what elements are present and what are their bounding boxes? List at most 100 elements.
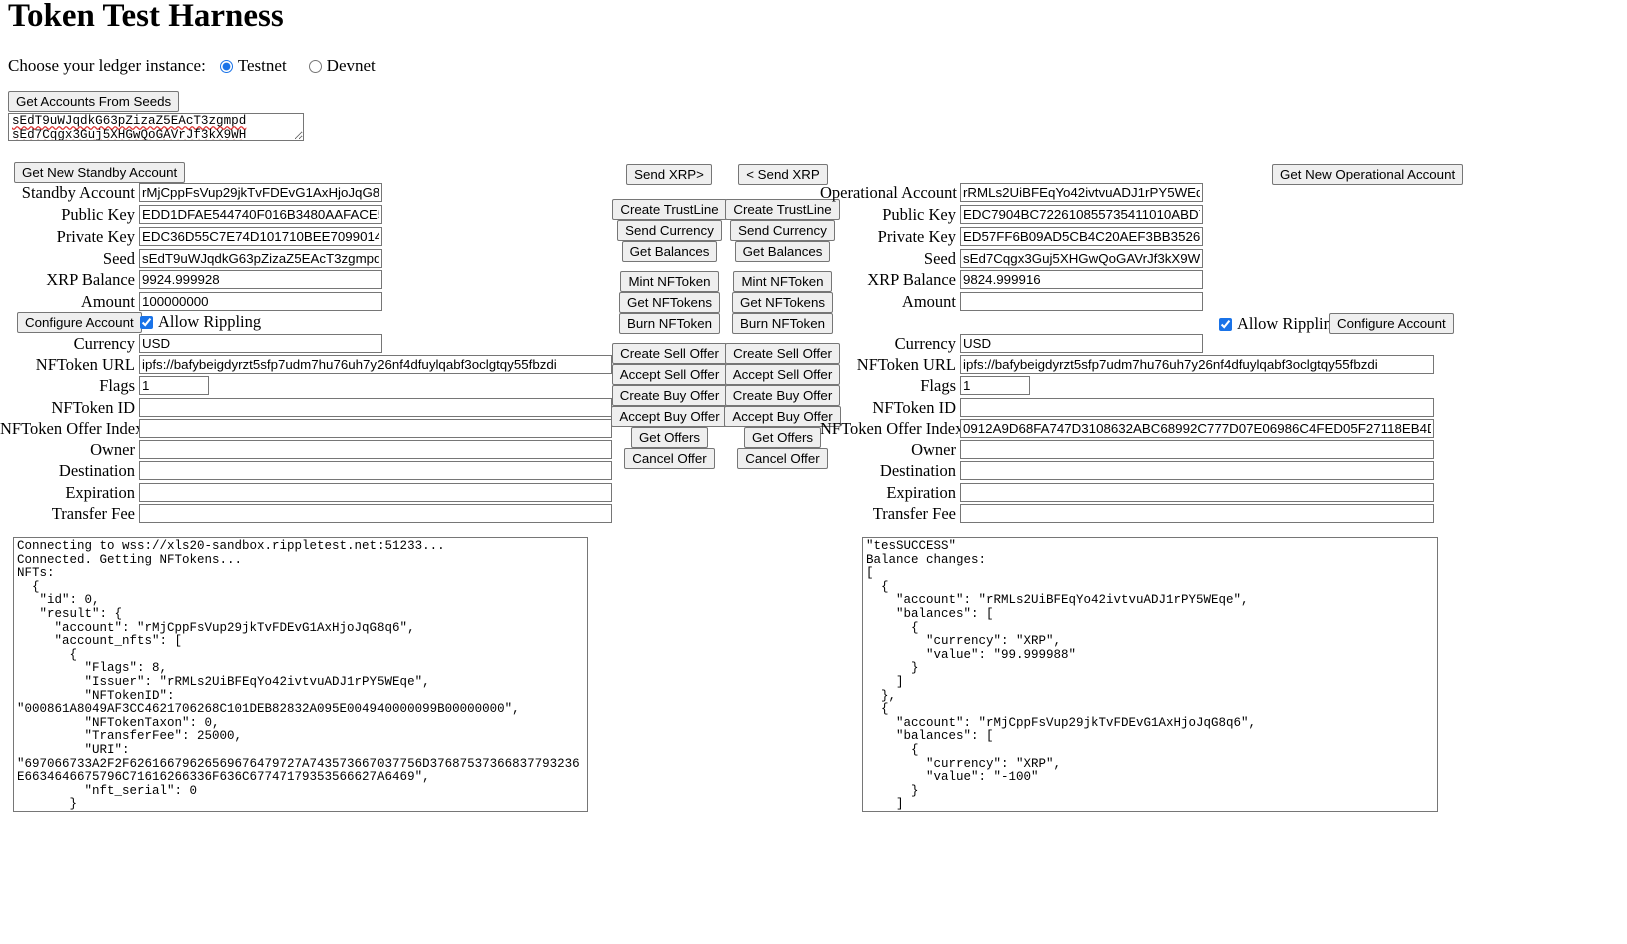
center-right-nftoken-group: Mint NFToken Get NFTokens Burn NFToken: [732, 271, 833, 334]
operational-get-offers-button[interactable]: Get Offers: [743, 427, 822, 448]
field-label: XRP Balance: [867, 269, 956, 289]
standby-configure-account-button[interactable]: Configure Account: [17, 312, 142, 333]
field-label: NFToken Offer Index: [0, 418, 144, 438]
standby-accept-sell-offer-button[interactable]: Accept Sell Offer: [611, 364, 728, 385]
radio-testnet[interactable]: [219, 59, 233, 73]
operational-cancel-offer-button[interactable]: Cancel Offer: [737, 448, 828, 469]
field-standby-account: Standby Account: [0, 183, 382, 202]
operational-log-textarea[interactable]: "tesSUCCESS" Balance changes: [ { "accou…: [862, 537, 1438, 812]
operational-account-input[interactable]: [960, 183, 1203, 202]
standby-create-sell-offer-button[interactable]: Create Sell Offer: [612, 343, 727, 364]
standby-allow-rippling-label: Allow Rippling: [158, 312, 262, 331]
field-standby-currency: Currency: [0, 334, 382, 353]
standby-nftoken-id-input[interactable]: [139, 398, 612, 417]
operational-nftoken-offer-index-input[interactable]: [960, 419, 1434, 438]
center-right-trustline-group: Create TrustLine Send Currency Get Balan…: [725, 199, 840, 262]
operational-transfer-fee-input[interactable]: [960, 504, 1434, 523]
standby-create-trustline-button[interactable]: Create TrustLine: [612, 199, 727, 220]
standby-expiration-input[interactable]: [139, 483, 612, 502]
standby-cancel-offer-button[interactable]: Cancel Offer: [624, 448, 715, 469]
get-accounts-from-seeds-button[interactable]: Get Accounts From Seeds: [8, 91, 180, 112]
standby-public-key-input[interactable]: [139, 205, 382, 224]
field-operational-xrp-balance: XRP Balance: [820, 270, 1203, 289]
radio-testnet-wrap[interactable]: Testnet: [219, 56, 287, 76]
standby-account-input[interactable]: [139, 183, 382, 202]
field-label: Currency: [73, 333, 135, 353]
standby-owner-input[interactable]: [139, 440, 612, 459]
field-label: Transfer Fee: [872, 503, 956, 523]
field-standby-nftoken-offer-index: NFToken Offer Index: [0, 419, 612, 438]
standby-get-offers-button[interactable]: Get Offers: [630, 427, 709, 448]
operational-nftoken-url-input[interactable]: [960, 355, 1434, 374]
field-label: Owner: [90, 439, 135, 459]
operational-amount-input[interactable]: [960, 292, 1203, 311]
field-standby-amount: Amount: [0, 292, 382, 311]
standby-get-nftokens-button[interactable]: Get NFTokens: [619, 292, 720, 313]
radio-testnet-label[interactable]: Testnet: [238, 56, 287, 76]
operational-currency-input[interactable]: [960, 334, 1203, 353]
operational-allow-rippling-checkbox[interactable]: [1219, 317, 1232, 331]
standby-nftoken-url-input[interactable]: [139, 355, 612, 374]
standby-flags-input[interactable]: [139, 376, 209, 395]
standby-allow-rippling-row[interactable]: Allow Rippling: [140, 312, 261, 332]
field-operational-currency: Currency: [820, 334, 1203, 353]
field-standby-seed: Seed: [0, 249, 382, 268]
standby-seed-input[interactable]: [139, 249, 382, 268]
standby-allow-rippling-checkbox[interactable]: [140, 315, 153, 329]
standby-get-balances-button[interactable]: Get Balances: [621, 241, 718, 262]
standby-private-key-input[interactable]: [139, 227, 382, 246]
radio-devnet[interactable]: [308, 59, 322, 73]
center-left-offers-group: Create Sell Offer Accept Sell Offer Crea…: [611, 343, 728, 469]
field-standby-private-key: Private Key: [0, 227, 382, 246]
radio-devnet-label[interactable]: Devnet: [327, 56, 376, 76]
standby-create-buy-offer-button[interactable]: Create Buy Offer: [611, 385, 728, 406]
radio-devnet-wrap[interactable]: Devnet: [308, 56, 376, 76]
operational-xrp-balance-input[interactable]: [960, 270, 1203, 289]
center-right-send-xrp-group: < Send XRP: [738, 164, 828, 185]
field-label: Flags: [920, 375, 956, 395]
operational-allow-rippling-label: Allow Rippling: [1237, 314, 1341, 333]
standby-nftoken-offer-index-input[interactable]: [139, 419, 612, 438]
standby-burn-nftoken-button[interactable]: Burn NFToken: [619, 313, 720, 334]
operational-destination-input[interactable]: [960, 461, 1434, 480]
field-label: Destination: [879, 460, 956, 480]
standby-xrp-balance-input[interactable]: [139, 270, 382, 289]
standby-currency-input[interactable]: [139, 334, 382, 353]
standby-accept-buy-offer-button[interactable]: Accept Buy Offer: [611, 406, 728, 427]
operational-nftoken-id-input[interactable]: [960, 398, 1434, 417]
operational-expiration-input[interactable]: [960, 483, 1434, 502]
field-label: Amount: [901, 291, 956, 311]
operational-get-nftokens-button[interactable]: Get NFTokens: [732, 292, 833, 313]
get-new-operational-account-button[interactable]: Get New Operational Account: [1272, 164, 1464, 185]
operational-private-key-input[interactable]: [960, 227, 1203, 246]
operational-owner-input[interactable]: [960, 440, 1434, 459]
standby-send-currency-button[interactable]: Send Currency: [617, 220, 722, 241]
field-label: Private Key: [56, 226, 135, 246]
operational-configure-account-button[interactable]: Configure Account: [1329, 313, 1454, 334]
field-label: XRP Balance: [46, 269, 135, 289]
app-root: Token Test Harness Choose your ledger in…: [0, 0, 1627, 944]
operational-allow-rippling-row[interactable]: Allow Rippling: [1219, 314, 1340, 334]
operational-mint-nftoken-button[interactable]: Mint NFToken: [733, 271, 832, 292]
field-label: Standby Account: [21, 182, 135, 202]
operational-seed-input[interactable]: [960, 249, 1203, 268]
send-xrp-left-button[interactable]: < Send XRP: [738, 164, 828, 185]
standby-transfer-fee-input[interactable]: [139, 504, 612, 523]
standby-mint-nftoken-button[interactable]: Mint NFToken: [620, 271, 719, 292]
operational-public-key-input[interactable]: [960, 205, 1203, 224]
field-label: Owner: [911, 439, 956, 459]
get-new-standby-account-button[interactable]: Get New Standby Account: [14, 162, 186, 183]
field-standby-owner: Owner: [0, 440, 612, 459]
standby-destination-input[interactable]: [139, 461, 612, 480]
standby-amount-input[interactable]: [139, 292, 382, 311]
field-operational-amount: Amount: [820, 292, 1203, 311]
operational-burn-nftoken-button[interactable]: Burn NFToken: [732, 313, 833, 334]
operational-flags-input[interactable]: [960, 376, 1030, 395]
operational-get-balances-button[interactable]: Get Balances: [734, 241, 831, 262]
page-title: Token Test Harness: [8, 0, 284, 34]
field-operational-seed: Seed: [820, 249, 1203, 268]
standby-log-textarea[interactable]: Connecting to wss://xls20-sandbox.ripple…: [13, 537, 588, 812]
seeds-textarea[interactable]: sEdT9uWJqdkG63pZizaZ5EAcT3zgmpd sEd7Cqgx…: [8, 113, 304, 141]
field-label: NFToken ID: [51, 397, 135, 417]
send-xrp-right-button[interactable]: Send XRP>: [626, 164, 712, 185]
